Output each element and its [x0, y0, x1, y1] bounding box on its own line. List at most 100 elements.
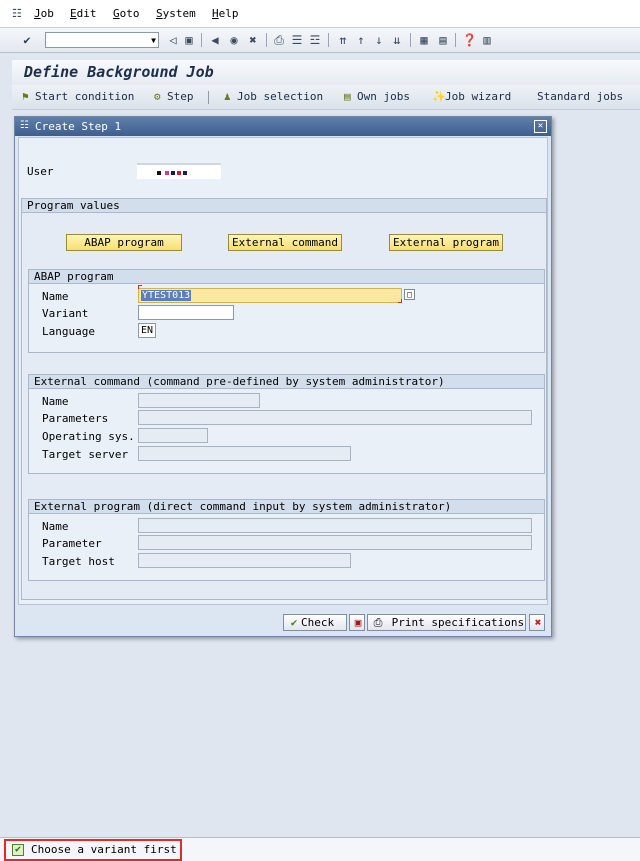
print-specifications-label: Print specifications — [391, 616, 525, 629]
job-selection-label: Job selection — [237, 90, 324, 103]
target-server-field[interactable] — [138, 446, 351, 461]
wand-icon: ✨ — [432, 90, 446, 103]
shortcut-icon[interactable]: ▤ — [436, 33, 450, 47]
parameters-label: Parameters — [42, 412, 109, 425]
menu-goto[interactable]: Goto — [113, 7, 140, 20]
chevron-down-icon[interactable]: ▼ — [151, 36, 156, 45]
help-icon[interactable]: ❓ — [462, 33, 477, 47]
abap-program-heading: ABAP program — [29, 270, 544, 284]
standard-jobs-label: Standard jobs — [537, 90, 624, 103]
back-triangle-icon[interactable]: ◁ — [166, 33, 180, 47]
field-focus-corner — [398, 299, 402, 303]
find-icon[interactable]: ☰ — [290, 33, 304, 47]
cancel-button[interactable]: ✖ — [529, 614, 545, 631]
cancel-icon[interactable]: ✖ — [246, 33, 260, 47]
user-field-redacted — [137, 163, 221, 179]
save-icon[interactable]: ▣ — [182, 33, 196, 47]
start-condition-label: Start condition — [35, 90, 135, 103]
own-jobs-button[interactable]: ▤ Own jobs — [344, 90, 410, 103]
abap-name-label: Name — [42, 290, 69, 303]
job-wizard-label: Job wizard — [445, 90, 512, 103]
external-command-button[interactable]: External command — [228, 234, 342, 251]
job-selection-button[interactable]: ♟ Job selection — [224, 90, 323, 103]
program-values-group: Program values ABAP program External com… — [21, 198, 547, 600]
toolbar-divider — [266, 33, 267, 47]
close-icon[interactable]: ✕ — [534, 120, 547, 133]
check-label: Check — [301, 616, 335, 629]
operating-sys-label: Operating sys. — [42, 430, 135, 443]
target-host-field[interactable] — [138, 553, 351, 568]
language-label: Language — [42, 325, 95, 338]
save-icon: ▣ — [354, 616, 362, 629]
step-label: Step — [167, 90, 194, 103]
dialog-title: Create Step 1 — [35, 120, 122, 133]
create-step-dialog: ☷ Create Step 1 ✕ User Program values AB… — [14, 116, 552, 637]
ext-prog-name-label: Name — [42, 520, 69, 533]
layout-menu-icon[interactable]: ▥ — [480, 33, 494, 47]
external-command-heading: External command (command pre-defined by… — [29, 375, 544, 389]
toolbar-divider — [455, 33, 456, 47]
abap-name-value: YTEST013 — [141, 290, 192, 301]
menu-help[interactable]: Help — [212, 7, 239, 20]
back-icon[interactable]: ◀ — [208, 33, 222, 47]
ext-cmd-name-field[interactable] — [138, 393, 260, 408]
own-jobs-icon: ▤ — [344, 90, 351, 103]
operating-sys-field[interactable] — [138, 428, 208, 443]
own-jobs-label: Own jobs — [357, 90, 410, 103]
print-icon: ⎙ — [373, 616, 383, 629]
parameter-label: Parameter — [42, 537, 102, 550]
status-message[interactable]: Choose a variant first — [31, 843, 177, 856]
last-page-icon[interactable]: ⇊ — [390, 33, 404, 47]
menu-job[interactable]: Job — [34, 7, 54, 20]
title-bar: Define Background Job — [12, 60, 640, 85]
parameters-field[interactable] — [138, 410, 532, 425]
program-values-heading: Program values — [22, 199, 546, 213]
value-help-icon[interactable]: □ — [404, 289, 415, 300]
save-button[interactable]: ▣ — [349, 614, 365, 631]
toolbar-divider — [201, 33, 202, 47]
check-button[interactable]: ✔ Check — [283, 614, 347, 631]
menu-edit[interactable]: Edit — [70, 7, 97, 20]
abap-name-field[interactable]: YTEST013 — [138, 288, 402, 303]
job-wizard-button[interactable]: ✨Job wizard — [432, 90, 511, 103]
target-host-label: Target host — [42, 555, 115, 568]
print-icon[interactable]: ⎙ — [272, 33, 286, 47]
step-button[interactable]: ⚙ Step — [154, 90, 194, 103]
step-icon: ⚙ — [154, 90, 161, 103]
variant-field[interactable] — [138, 305, 234, 320]
dialog-title-bar: ☷ Create Step 1 ✕ — [15, 117, 551, 136]
start-condition-button[interactable]: ⚑ Start condition — [22, 90, 134, 103]
abap-program-group: ABAP program Name YTEST013 □ Variant Lan… — [28, 269, 545, 353]
toolbar-divider — [328, 33, 329, 47]
user-label: User — [27, 165, 54, 178]
create-session-icon[interactable]: ▦ — [417, 33, 431, 47]
application-toolbar: ⚑ Start condition ⚙ Step ♟ Job selection ▤ O… — [12, 85, 640, 110]
sap-menu-icon[interactable]: ☷ — [12, 7, 22, 20]
flag-icon: ⚑ — [22, 90, 29, 103]
menu-system[interactable]: System — [156, 7, 196, 20]
success-check-icon: ✔ — [12, 844, 24, 856]
external-program-button[interactable]: External program — [389, 234, 503, 251]
command-field[interactable]: ▼ — [45, 32, 159, 48]
next-page-icon[interactable]: ↓ — [372, 33, 386, 47]
previous-page-icon[interactable]: ↑ — [354, 33, 368, 47]
toolbar-divider — [410, 33, 411, 47]
ext-prog-name-field[interactable] — [138, 518, 532, 533]
enter-icon[interactable]: ✔ — [20, 33, 34, 47]
find-next-icon[interactable]: ☲ — [308, 33, 322, 47]
language-field[interactable]: EN — [138, 323, 156, 338]
toolbar-divider — [208, 91, 209, 104]
first-page-icon[interactable]: ⇈ — [336, 33, 350, 47]
field-focus-corner — [138, 285, 142, 289]
dialog-footer: ✔ Check ▣ ⎙ Print specifications ✖ — [18, 607, 548, 635]
status-bar: ✔ Choose a variant first — [0, 837, 640, 861]
parameter-field[interactable] — [138, 535, 532, 550]
abap-program-button[interactable]: ABAP program — [66, 234, 182, 251]
ext-cmd-name-label: Name — [42, 395, 69, 408]
variant-label: Variant — [42, 307, 89, 320]
exit-icon[interactable]: ◉ — [227, 33, 241, 47]
standard-jobs-button[interactable]: Standard jobs — [537, 90, 623, 103]
print-specifications-button[interactable]: ⎙ Print specifications — [367, 614, 526, 631]
external-command-group: External command (command pre-defined by… — [28, 374, 545, 474]
dialog-icon: ☷ — [20, 120, 29, 131]
